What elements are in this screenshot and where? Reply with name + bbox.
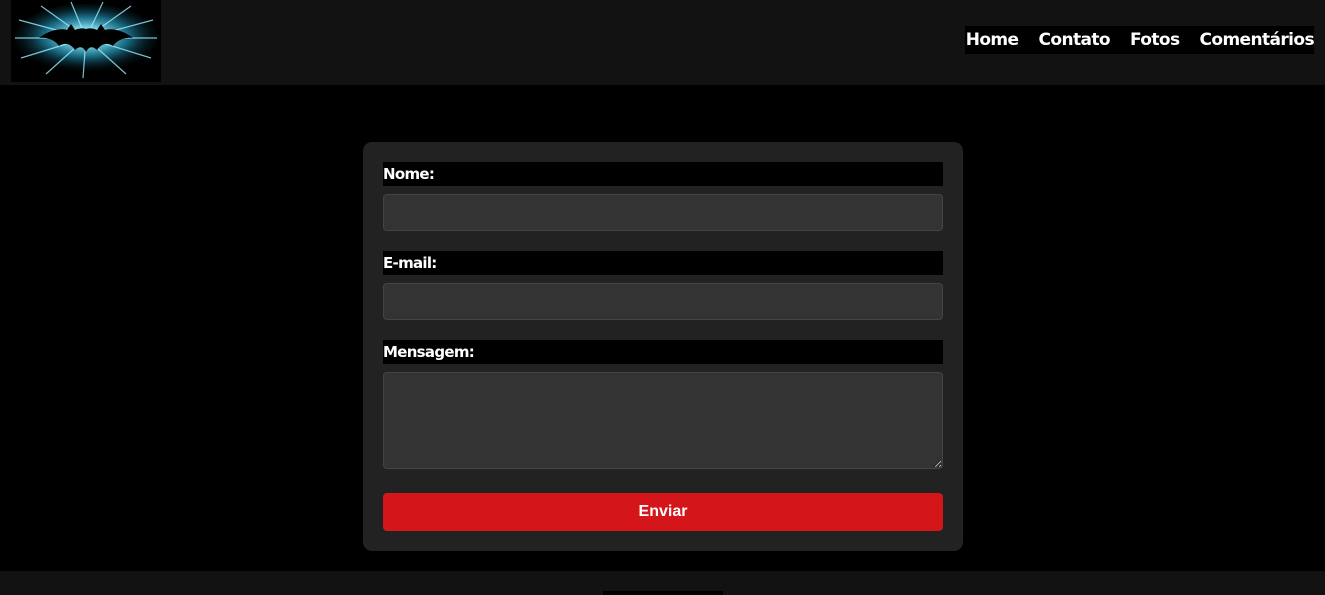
- email-input[interactable]: [383, 283, 943, 320]
- name-input[interactable]: [383, 194, 943, 231]
- nav-link-home[interactable]: Home: [965, 26, 1029, 54]
- footer-block: [603, 591, 723, 595]
- site-footer: [0, 571, 1325, 595]
- email-label: E-mail:: [383, 251, 943, 275]
- site-header: Home Contato Fotos Comentários: [0, 0, 1325, 85]
- submit-button[interactable]: Enviar: [383, 493, 943, 531]
- message-label: Mensagem:: [383, 340, 943, 364]
- main-nav: Home Contato Fotos Comentários: [964, 26, 1315, 54]
- message-textarea[interactable]: [383, 372, 943, 469]
- name-label: Nome:: [383, 162, 943, 186]
- contact-form: Nome: E-mail: Mensagem: Enviar: [363, 142, 963, 551]
- nav-link-fotos[interactable]: Fotos: [1120, 26, 1190, 54]
- nav-link-comentarios[interactable]: Comentários: [1189, 26, 1314, 54]
- nav-link-contato[interactable]: Contato: [1028, 26, 1119, 54]
- batman-logo-icon[interactable]: [11, 0, 161, 82]
